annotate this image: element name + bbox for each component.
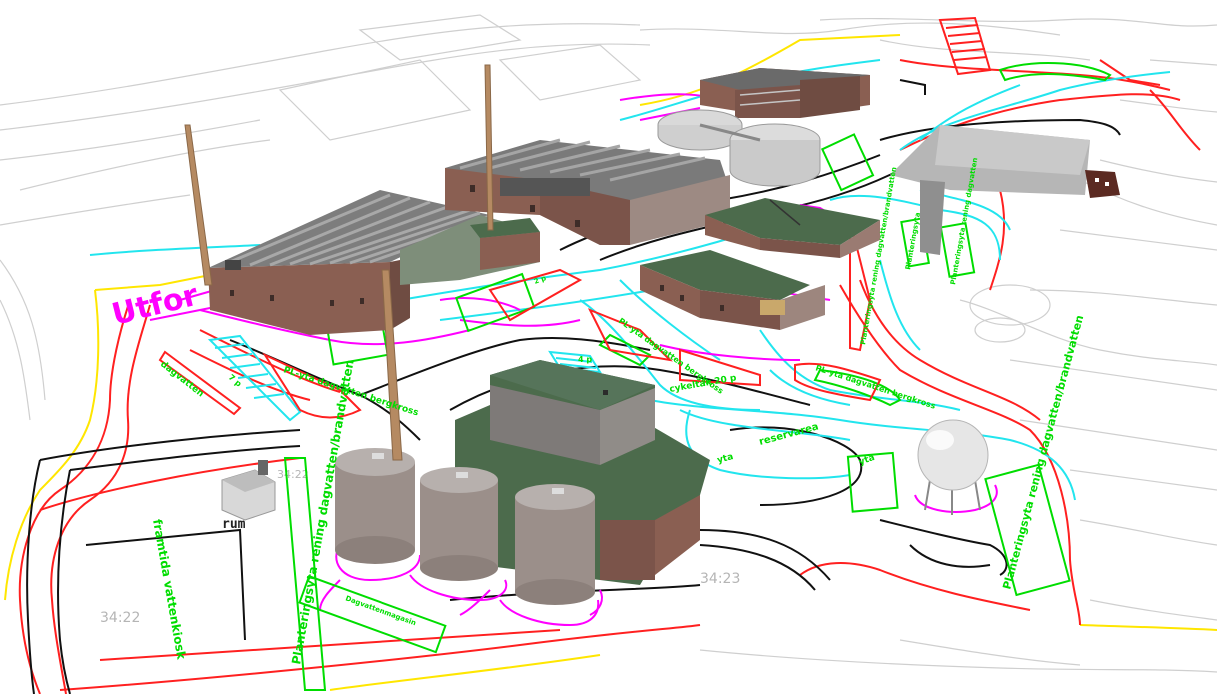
parking-label: 4 p xyxy=(578,355,592,364)
building-east-grey xyxy=(890,125,1120,255)
parking-label: 2 p xyxy=(533,274,547,286)
sphere-tank-icon xyxy=(917,419,989,515)
elevation-label: 34:23 xyxy=(700,571,740,587)
planting-label: Planteringsyta rening dagvatten/brandvat… xyxy=(1000,314,1086,591)
tank-2 xyxy=(420,467,498,581)
tank-3 xyxy=(515,484,595,605)
site-plan-3d-view: 34:23 34:22 34:22 Utfor dagvatten PL-yta… xyxy=(0,14,1217,694)
tank-1 xyxy=(335,448,415,564)
building-green-roof-b xyxy=(640,250,825,330)
yta-label: yta xyxy=(716,452,734,466)
building-north xyxy=(700,68,870,118)
room-label: rum xyxy=(222,517,246,532)
pl-yta-label: PL-yta dagvatten bergkross xyxy=(814,363,936,410)
elevation-label: 34:22 xyxy=(277,468,309,481)
building-small-shed xyxy=(221,460,276,521)
future-parking-label: framtida vattenkiosk xyxy=(150,518,189,661)
building-green-roof-a xyxy=(705,198,880,258)
elevation-label: 34:22 xyxy=(100,610,140,626)
